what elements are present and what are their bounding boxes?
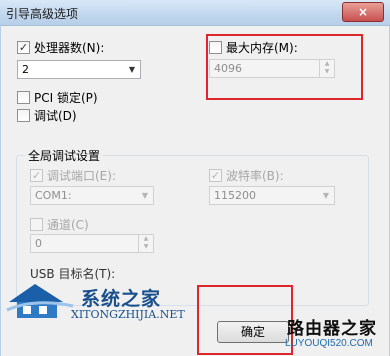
checkmark-icon: ✓	[17, 41, 30, 54]
debug-port-select[interactable]: COM1: ▼	[30, 186, 154, 205]
window-title: 引导高级选项	[6, 7, 79, 21]
watermark-right-text: 路由器之家	[287, 319, 377, 339]
channel-spinner[interactable]: ▲ ▼	[138, 235, 153, 252]
channel-input[interactable]: 0 ▲ ▼	[30, 234, 154, 253]
chevron-down-icon: ▼	[128, 65, 136, 74]
ok-button-label: 确定	[240, 325, 265, 339]
house-logo-icon	[6, 284, 74, 318]
ok-button[interactable]: 确定	[217, 321, 289, 343]
checkbox-box	[17, 91, 30, 104]
debug-label: 调试(D)	[34, 109, 77, 123]
close-icon: ×	[357, 5, 369, 19]
checkmark-icon: ✓	[30, 169, 43, 182]
baud-rate-value: 115200	[214, 189, 256, 202]
close-button[interactable]: ×	[342, 2, 384, 22]
spin-up-icon: ▲	[143, 235, 149, 242]
watermark-right: 路由器之家 LUYOUQI520.COM	[283, 314, 390, 356]
debug-checkbox[interactable]: 调试(D)	[17, 107, 77, 124]
title-bar: 引导高级选项 ×	[0, 0, 390, 26]
watermark-left-text: 系统之家	[81, 288, 162, 310]
processor-checkbox[interactable]: ✓ 处理器数(N):	[17, 39, 104, 56]
watermark-left-url: XITONGZHIJIA.NET	[71, 308, 185, 321]
debug-port-value: COM1:	[35, 189, 72, 202]
chevron-down-icon: ▼	[322, 191, 330, 200]
watermark-left: 系统之家 XITONGZHIJIA.NET	[1, 266, 206, 326]
pci-lock-checkbox[interactable]: PCI 锁定(P)	[17, 89, 98, 106]
debug-port-label: 调试端口(E):	[47, 169, 116, 183]
processor-label: 处理器数(N):	[34, 41, 105, 55]
spin-down-icon: ▼	[143, 243, 149, 250]
checkmark-icon: ✓	[209, 169, 222, 182]
highlight-box-memory	[206, 34, 363, 100]
dialog-body: ✓ 处理器数(N): 2 ▼ 最大内存(M): 4096 ▲ ▼ PCI 锁定(…	[0, 26, 390, 356]
baud-rate-label: 波特率(B):	[226, 169, 284, 183]
channel-checkbox[interactable]: 通道(C)	[30, 216, 89, 233]
pci-lock-label: PCI 锁定(P)	[34, 91, 98, 105]
highlight-box-ok	[197, 285, 293, 355]
global-debug-title: 全局调试设置	[25, 147, 104, 164]
channel-label: 通道(C)	[47, 218, 89, 232]
processor-select[interactable]: 2 ▼	[17, 60, 141, 79]
processor-select-value: 2	[22, 63, 29, 76]
chevron-down-icon: ▼	[141, 191, 149, 200]
baud-rate-select[interactable]: 115200 ▼	[209, 186, 335, 205]
checkbox-box	[17, 109, 30, 122]
debug-port-checkbox[interactable]: ✓ 调试端口(E):	[30, 167, 116, 184]
watermark-right-url: LUYOUQI520.COM	[285, 338, 373, 349]
checkbox-box	[30, 218, 43, 231]
baud-rate-checkbox[interactable]: ✓ 波特率(B):	[209, 167, 284, 184]
channel-value: 0	[35, 237, 42, 250]
